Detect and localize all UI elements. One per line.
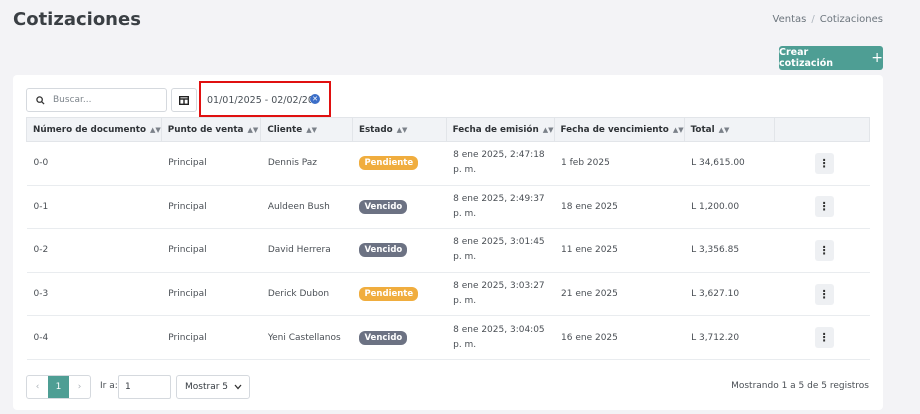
pagination: ‹ 1 › bbox=[26, 375, 91, 399]
cell-fecha-vencimiento: 16 ene 2025 bbox=[554, 315, 685, 360]
breadcrumb: Ventas / Cotizaciones bbox=[773, 14, 883, 25]
sort-icon[interactable]: ▲▼ bbox=[543, 126, 554, 134]
status-badge: Vencido bbox=[359, 199, 408, 214]
cell-total: L 3,356.85 bbox=[684, 228, 775, 273]
more-actions-icon[interactable]: ⋮ bbox=[814, 196, 834, 218]
columns-toggle-button[interactable] bbox=[171, 88, 197, 112]
cell-punto-venta: Principal bbox=[161, 315, 261, 360]
cell-actions: ⋮ bbox=[774, 141, 870, 186]
sort-icon[interactable]: ▲▼ bbox=[150, 126, 161, 134]
cell-cliente: Derick Dubon bbox=[260, 272, 353, 317]
col-header-punto-venta[interactable]: Punto de venta ▲▼ bbox=[160, 117, 262, 142]
sort-icon[interactable]: ▲▼ bbox=[397, 126, 408, 134]
page-button-1[interactable]: 1 bbox=[48, 376, 69, 398]
records-count: Mostrando 1 a 5 de 5 registros bbox=[731, 381, 869, 391]
breadcrumb-item-ventas[interactable]: Ventas bbox=[773, 14, 807, 25]
table-row[interactable]: 0-2 Principal David Herrera Vencido 8 en… bbox=[26, 228, 870, 273]
columns-icon bbox=[179, 95, 189, 105]
cell-fecha-vencimiento: 11 ene 2025 bbox=[554, 228, 685, 273]
cell-total: L 3,627.10 bbox=[684, 272, 775, 317]
col-header-fecha-emision[interactable]: Fecha de emisión ▲▼ bbox=[445, 117, 555, 142]
col-header-total[interactable]: Total ▲▼ bbox=[683, 117, 776, 142]
status-badge: Pendiente bbox=[359, 156, 419, 171]
chevron-down-icon bbox=[234, 384, 242, 390]
status-badge: Vencido bbox=[359, 243, 408, 258]
cell-estado: Pendiente bbox=[352, 272, 447, 317]
col-header-cliente[interactable]: Cliente ▲▼ bbox=[260, 117, 353, 142]
table-row[interactable]: 0-0 Principal Dennis Paz Pendiente 8 ene… bbox=[26, 141, 870, 186]
search-icon bbox=[36, 95, 45, 105]
quotes-table: Número de documento ▲▼ Punto de venta ▲▼ C… bbox=[26, 117, 870, 360]
search-input[interactable] bbox=[53, 95, 153, 105]
cell-punto-venta: Principal bbox=[161, 272, 261, 317]
cell-actions: ⋮ bbox=[774, 315, 870, 360]
table-row[interactable]: 0-4 Principal Yeni Castellanos Vencido 8… bbox=[26, 315, 870, 360]
create-quote-label: Crear cotización bbox=[779, 47, 834, 69]
cell-punto-venta: Principal bbox=[161, 228, 261, 273]
cell-total: L 3,712.20 bbox=[684, 315, 775, 360]
cell-cliente: Dennis Paz bbox=[260, 141, 353, 186]
cell-cliente: Auldeen Bush bbox=[260, 185, 353, 230]
goto-label: Ir a: bbox=[100, 381, 118, 391]
cell-documento: 0-4 bbox=[26, 315, 162, 360]
table-row[interactable]: 0-1 Principal Auldeen Bush Vencido 8 ene… bbox=[26, 185, 870, 230]
cell-fecha-emision: 8 ene 2025, 2:49:37 p. m. bbox=[446, 185, 555, 230]
cell-fecha-emision: 8 ene 2025, 3:01:45 p. m. bbox=[446, 228, 555, 273]
col-header-actions bbox=[774, 117, 870, 142]
plus-icon: + bbox=[871, 50, 883, 66]
cell-fecha-emision: 8 ene 2025, 3:04:05 p. m. bbox=[446, 315, 555, 360]
cell-fecha-vencimiento: 18 ene 2025 bbox=[554, 185, 685, 230]
date-range-value: 01/01/2025 - 02/02/2025 bbox=[207, 94, 311, 106]
cell-estado: Vencido bbox=[352, 228, 447, 273]
date-range-picker[interactable]: 01/01/2025 - 02/02/2025 bbox=[207, 89, 323, 111]
cell-total: L 1,200.00 bbox=[684, 185, 775, 230]
breadcrumb-item-cotizaciones: Cotizaciones bbox=[819, 14, 883, 25]
cell-punto-venta: Principal bbox=[161, 185, 261, 230]
col-header-estado[interactable]: Estado ▲▼ bbox=[351, 117, 447, 142]
cell-actions: ⋮ bbox=[774, 228, 870, 273]
col-header-documento[interactable]: Número de documento ▲▼ bbox=[26, 117, 162, 142]
status-badge: Pendiente bbox=[359, 287, 419, 302]
search-box[interactable] bbox=[26, 88, 167, 112]
cell-fecha-vencimiento: 1 feb 2025 bbox=[554, 141, 685, 186]
cell-estado: Vencido bbox=[352, 185, 447, 230]
cell-cliente: David Herrera bbox=[260, 228, 353, 273]
more-actions-icon[interactable]: ⋮ bbox=[814, 327, 834, 349]
page-size-select[interactable]: Mostrar 5 bbox=[176, 375, 250, 399]
cell-total: L 34,615.00 bbox=[684, 141, 775, 186]
cell-fecha-vencimiento: 21 ene 2025 bbox=[554, 272, 685, 317]
cell-documento: 0-0 bbox=[26, 141, 162, 186]
cell-documento: 0-3 bbox=[26, 272, 162, 317]
cell-estado: Pendiente bbox=[352, 141, 447, 186]
col-header-fecha-vencimiento[interactable]: Fecha de vencimiento ▲▼ bbox=[553, 117, 685, 142]
cell-fecha-emision: 8 ene 2025, 3:03:27 p. m. bbox=[446, 272, 555, 317]
cell-actions: ⋮ bbox=[774, 185, 870, 230]
more-actions-icon[interactable]: ⋮ bbox=[814, 283, 834, 305]
next-page-button[interactable]: › bbox=[69, 376, 90, 398]
page-size-value: Mostrar 5 bbox=[185, 382, 228, 392]
clear-date-icon[interactable]: ✕ bbox=[310, 94, 320, 104]
cell-actions: ⋮ bbox=[774, 272, 870, 317]
cell-estado: Vencido bbox=[352, 315, 447, 360]
table-header-row: Número de documento ▲▼ Punto de venta ▲▼ C… bbox=[26, 117, 870, 142]
table-row[interactable]: 0-3 Principal Derick Dubon Pendiente 8 e… bbox=[26, 272, 870, 317]
cell-documento: 0-1 bbox=[26, 185, 162, 230]
sort-icon[interactable]: ▲▼ bbox=[673, 126, 684, 134]
page-title: Cotizaciones bbox=[13, 9, 141, 30]
cell-cliente: Yeni Castellanos bbox=[260, 315, 353, 360]
cell-documento: 0-2 bbox=[26, 228, 162, 273]
create-quote-button[interactable]: Crear cotización + bbox=[779, 46, 883, 70]
more-actions-icon[interactable]: ⋮ bbox=[814, 239, 834, 261]
sort-icon[interactable]: ▲▼ bbox=[306, 126, 317, 134]
prev-page-button[interactable]: ‹ bbox=[27, 376, 48, 398]
breadcrumb-separator: / bbox=[811, 14, 815, 25]
sort-icon[interactable]: ▲▼ bbox=[248, 126, 259, 134]
cell-punto-venta: Principal bbox=[161, 141, 261, 186]
more-actions-icon[interactable]: ⋮ bbox=[814, 152, 834, 174]
goto-page-input[interactable]: 1 bbox=[118, 375, 171, 399]
status-badge: Vencido bbox=[359, 330, 408, 345]
sort-icon[interactable]: ▲▼ bbox=[719, 126, 730, 134]
cell-fecha-emision: 8 ene 2025, 2:47:18 p. m. bbox=[446, 141, 555, 186]
